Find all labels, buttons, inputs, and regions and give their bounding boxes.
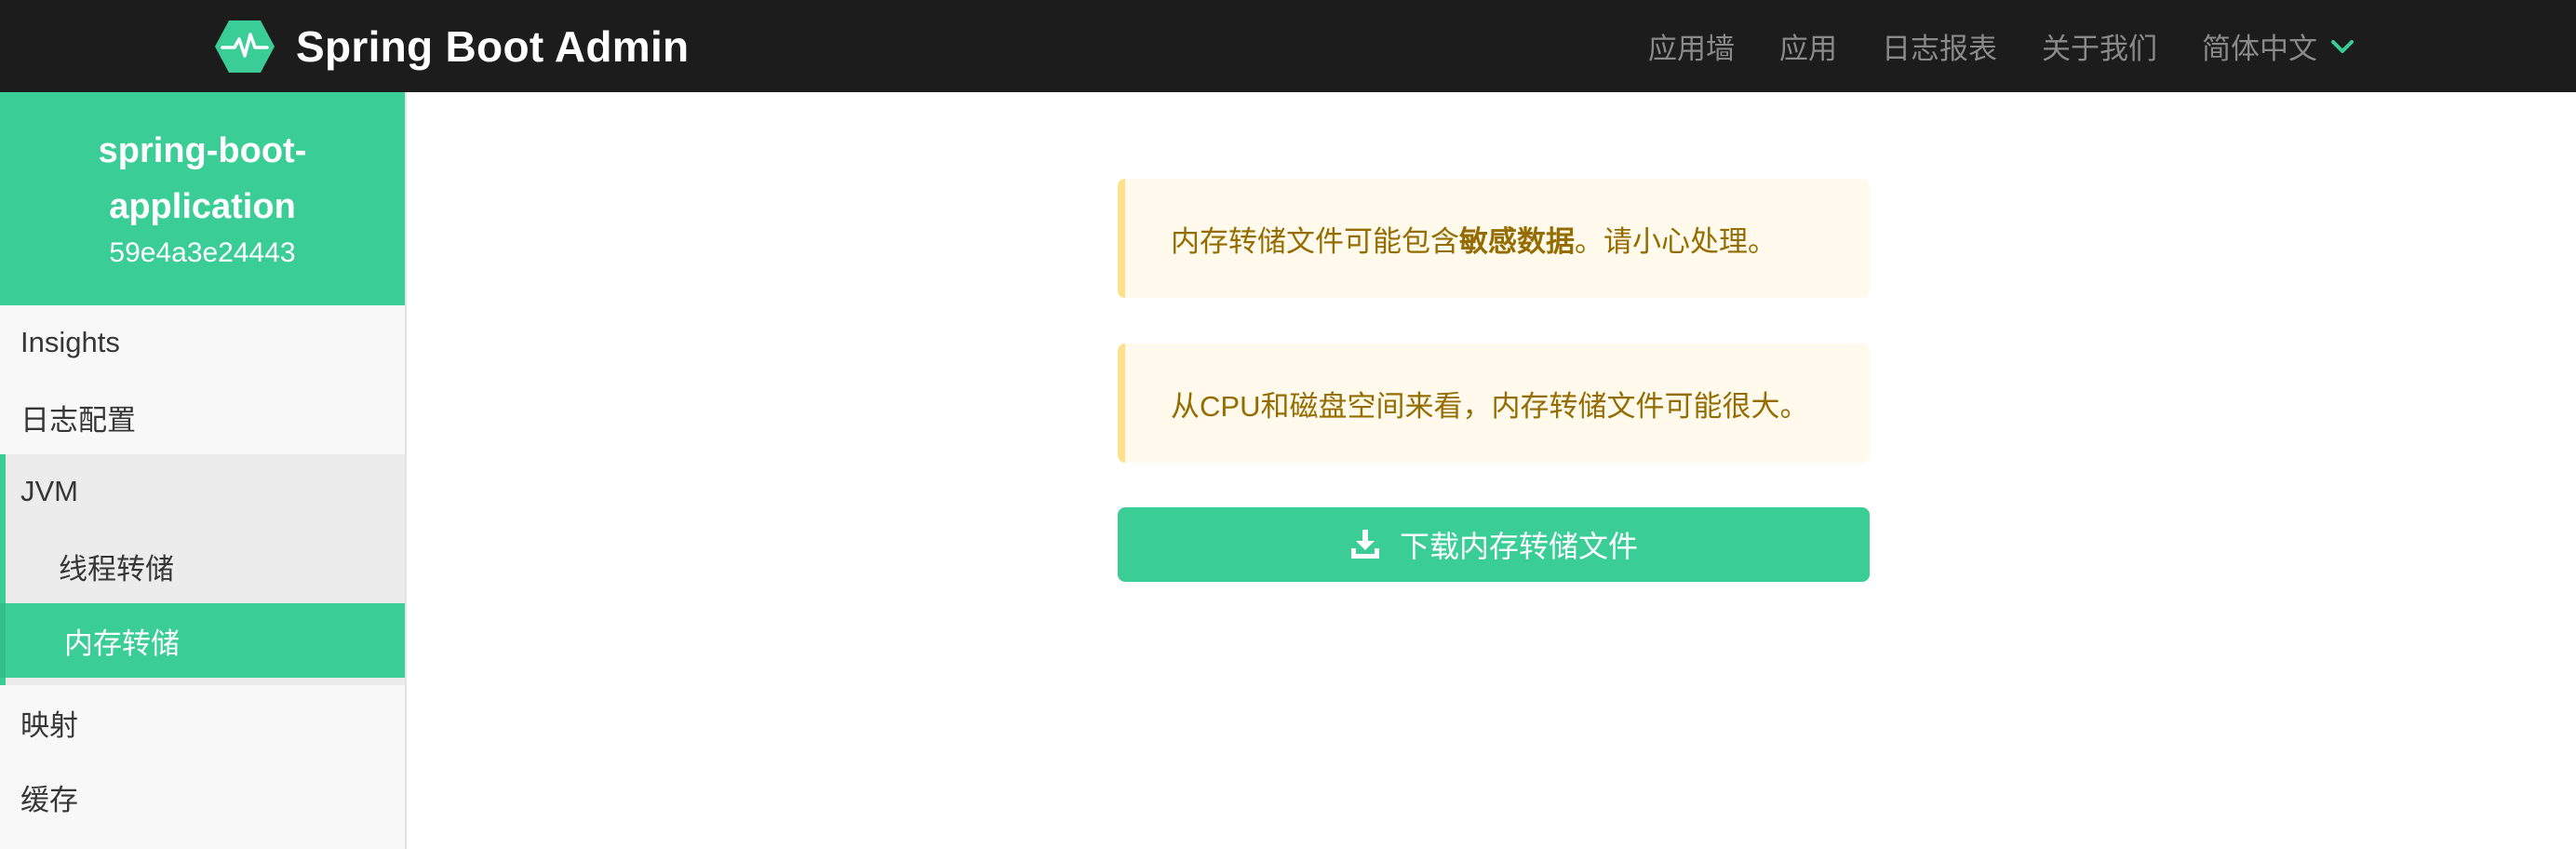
download-button-label: 下载内存转储文件 [1399, 530, 1638, 563]
nav-item-journal[interactable]: 日志报表 [1882, 25, 1997, 67]
sidebar-item-caches[interactable]: 缓存 [0, 760, 405, 834]
brand[interactable]: Spring Boot Admin [214, 0, 689, 92]
download-icon [1350, 530, 1379, 559]
nav-item-applications[interactable]: 应用 [1779, 25, 1837, 67]
download-heapdump-button[interactable]: 下载内存转储文件 [1118, 507, 1870, 582]
sidebar-item-jvm[interactable]: JVM [6, 454, 405, 529]
app-header: spring-boot- application 59e4a3e24443 [0, 92, 405, 305]
sidebar-item-logging[interactable]: 日志配置 [0, 380, 405, 454]
language-dropdown[interactable]: 简体中文 [2202, 25, 2355, 67]
brand-name: Spring Boot Admin [296, 21, 690, 71]
sidebar-group-jvm: JVM 线程转储 内存转储 [0, 454, 405, 685]
warning-text-suffix: 。请小心处理。 [1575, 224, 1777, 258]
top-nav: 应用墙 应用 日志报表 关于我们 简体中文 [1648, 0, 2355, 92]
language-label: 简体中文 [2202, 33, 2317, 65]
warning-text-bold: 敏感数据 [1459, 224, 1575, 258]
sidebar-item-threaddump[interactable]: 线程转储 [6, 529, 405, 603]
sidebar-item-heapdump[interactable]: 内存转储 [0, 603, 405, 678]
sidebar: spring-boot- application 59e4a3e24443 In… [0, 92, 407, 849]
nav-item-about[interactable]: 关于我们 [2042, 25, 2157, 67]
app-instance-id: 59e4a3e24443 [109, 237, 296, 268]
heartbeat-hexagon-icon [215, 20, 275, 73]
sidebar-menu: Insights 日志配置 JVM 线程转储 内存转储 映射 缓存 [0, 305, 405, 834]
sensitive-data-warning: 内存转储文件可能包含 敏感数据 。请小心处理。 [1118, 179, 1870, 298]
chevron-down-icon [2331, 39, 2354, 53]
sidebar-item-insights[interactable]: Insights [0, 305, 405, 380]
sidebar-item-mappings[interactable]: 映射 [0, 685, 405, 760]
warning-text-prefix: 内存转储文件可能包含 [1171, 224, 1459, 258]
nav-item-wallboard[interactable]: 应用墙 [1648, 25, 1735, 67]
file-size-warning-text: 从CPU和磁盘空间来看，内存转储文件可能很大。 [1171, 389, 1809, 423]
top-navbar: Spring Boot Admin 应用墙 应用 日志报表 关于我们 简体中文 [0, 0, 2576, 92]
file-size-warning: 从CPU和磁盘空间来看，内存转储文件可能很大。 [1118, 344, 1870, 463]
app-name-line2: application [109, 187, 296, 226]
main-content: 内存转储文件可能包含 敏感数据 。请小心处理。 从CPU和磁盘空间来看，内存转储文件… [409, 92, 2576, 849]
app-name-line1: spring-boot- [98, 131, 307, 170]
